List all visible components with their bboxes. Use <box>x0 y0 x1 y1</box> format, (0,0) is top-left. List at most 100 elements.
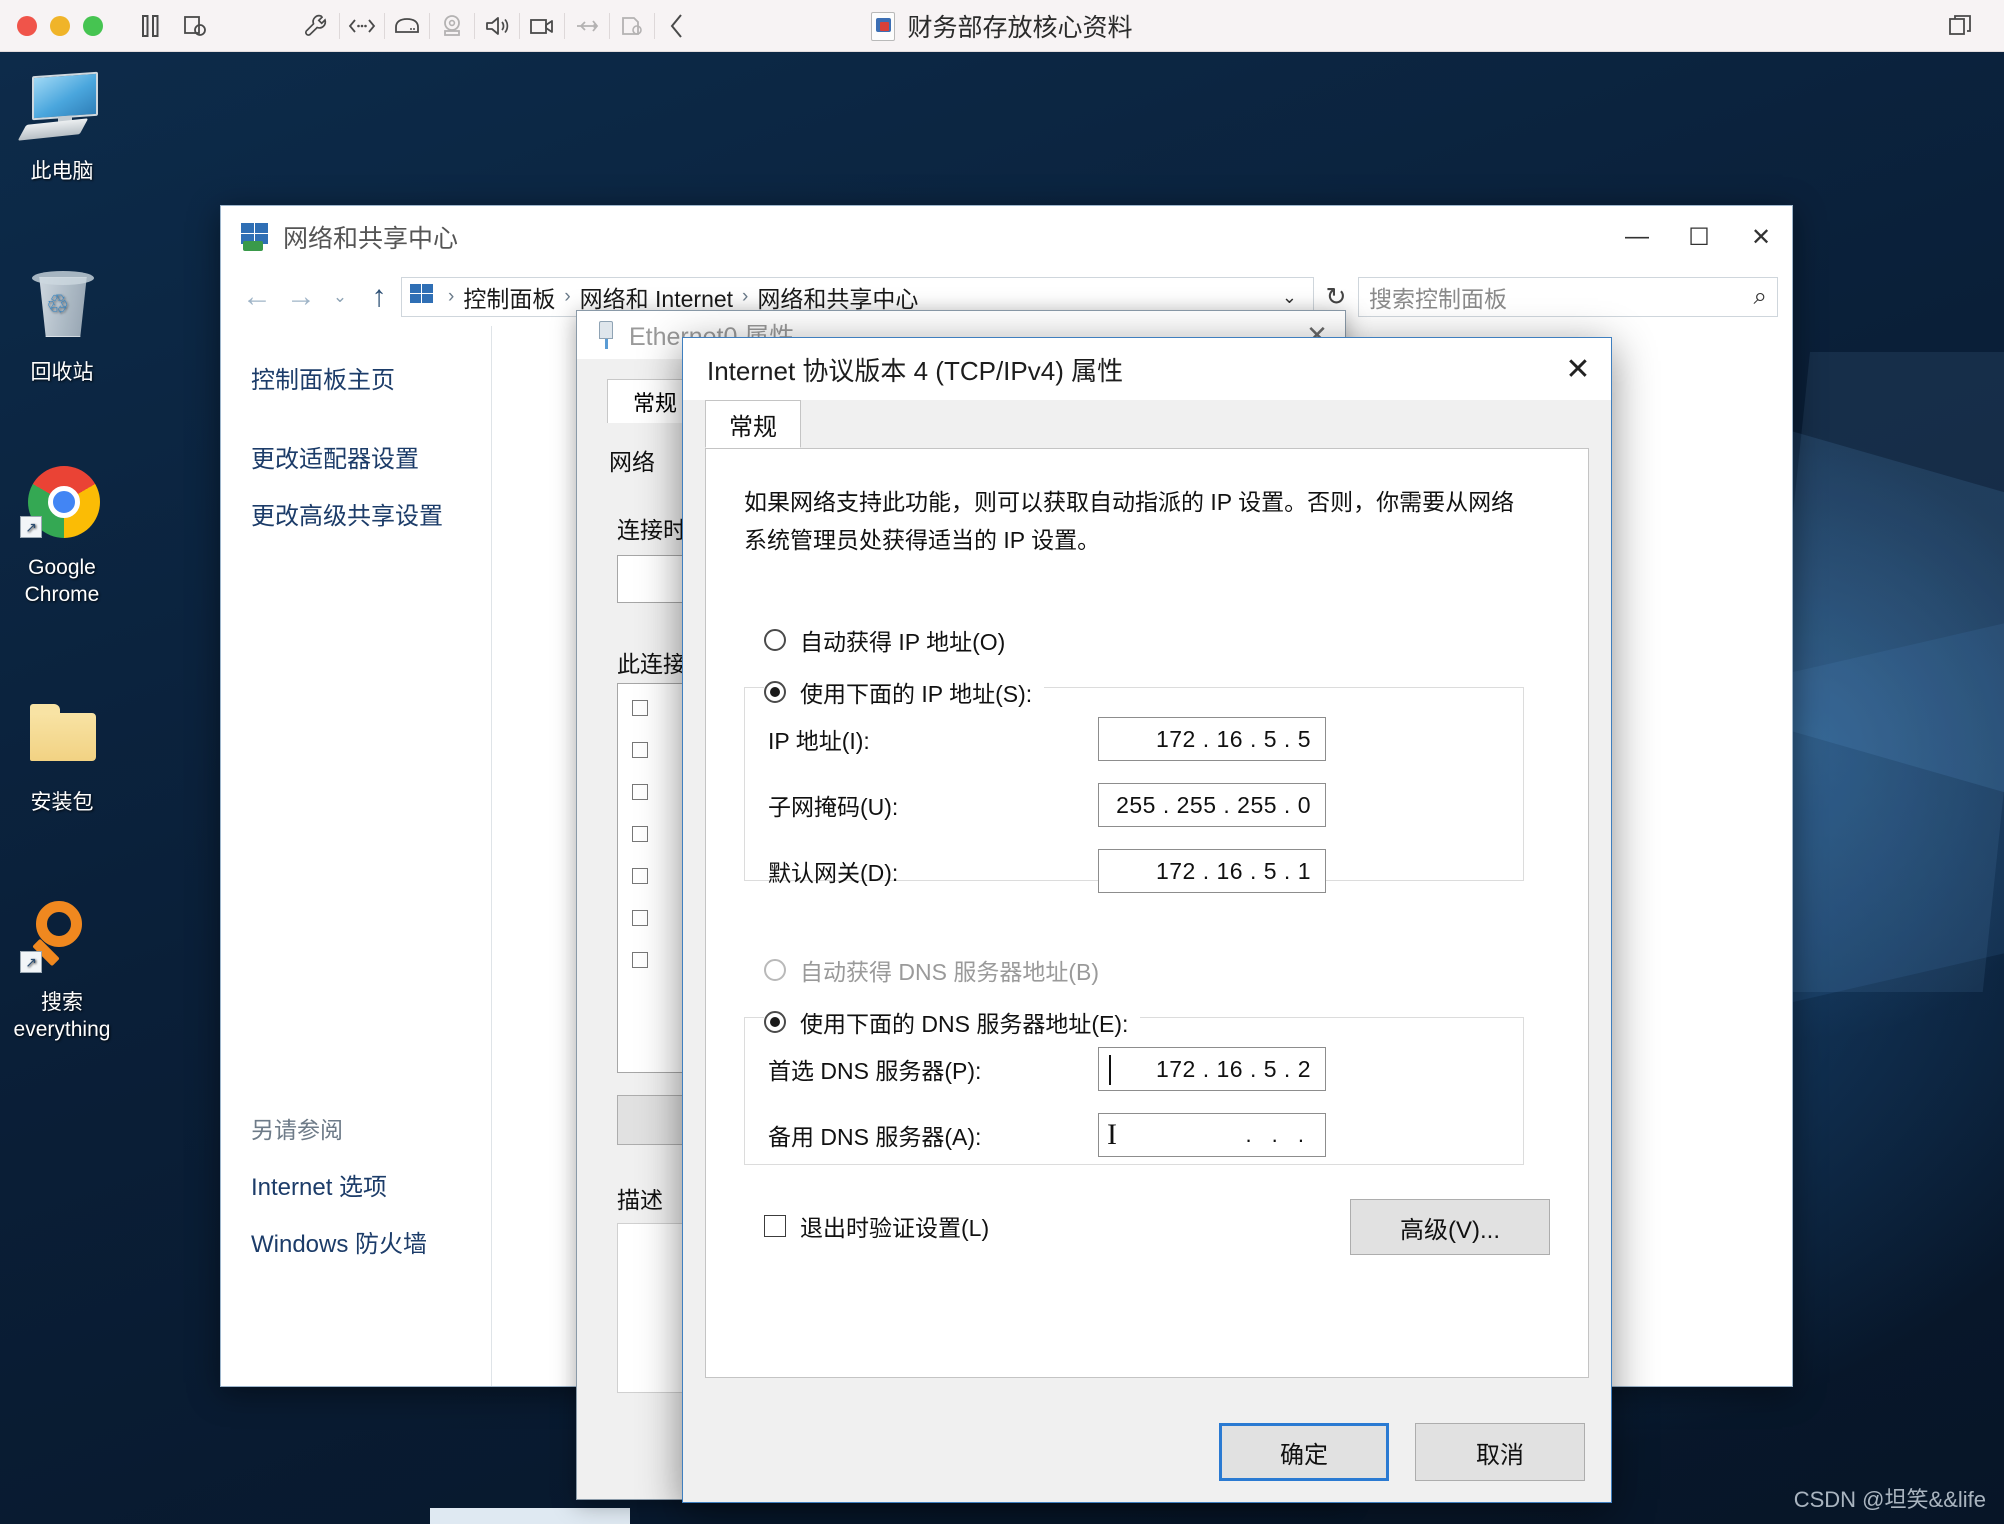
settings-wrench-icon[interactable] <box>295 6 339 46</box>
breadcrumb-separator: › <box>564 286 571 307</box>
tcpipv4-titlebar[interactable]: Internet 协议版本 4 (TCP/IPv4) 属性 ✕ <box>683 338 1611 400</box>
recent-locations-button[interactable]: ⌄ <box>323 287 357 307</box>
folder-icon <box>20 697 104 781</box>
sound-icon[interactable] <box>475 6 519 46</box>
snapshot-icon[interactable] <box>173 6 217 46</box>
see-also-link-windows-firewall[interactable]: Windows 防火墙 <box>251 1224 427 1259</box>
tcpipv4-description: 如果网络支持此功能，则可以获取自动指派的 IP 设置。否则，你需要从网络系统管理… <box>744 489 1515 553</box>
preferred-dns-row: 首选 DNS 服务器(P): 172 . 16 . 5 . 2 <box>768 1047 1326 1091</box>
radio-circle-icon <box>764 681 786 703</box>
desktop-icon-recycle-bin[interactable]: ♲ 回收站 <box>0 267 132 386</box>
preferred-dns-input[interactable]: 172 . 16 . 5 . 2 <box>1098 1047 1326 1091</box>
subnet-mask-input[interactable]: 255 . 255 . 255 . 0 <box>1098 783 1326 827</box>
radio-circle-icon <box>764 629 786 651</box>
alternate-dns-label: 备用 DNS 服务器(A): <box>768 1124 982 1150</box>
chevron-down-icon[interactable]: ⌄ <box>1282 287 1305 308</box>
radio-use-following-ip[interactable]: 使用下面的 IP 地址(S): <box>764 675 1045 709</box>
validate-settings-checkbox[interactable] <box>764 1215 786 1237</box>
radio-circle-icon <box>764 959 786 981</box>
sidebar-link-change-advanced-sharing[interactable]: 更改高级共享设置 <box>251 496 491 531</box>
preferred-dns-value: 172 . 16 . 5 . 2 <box>1155 1055 1311 1082</box>
minimize-button[interactable]: — <box>1606 206 1668 268</box>
radio-obtain-dns-automatically[interactable]: 自动获得 DNS 服务器地址(B) <box>764 953 1099 987</box>
camera-icon[interactable] <box>430 6 474 46</box>
network-adapter-icon[interactable] <box>340 6 384 46</box>
webcam-icon[interactable] <box>520 6 564 46</box>
subnet-mask-label: 子网掩码(U): <box>768 794 899 820</box>
maximize-button[interactable]: ☐ <box>1668 206 1730 268</box>
control-panel-window-buttons: — ☐ ✕ <box>1606 206 1792 268</box>
desktop-icon-google-chrome[interactable]: ↗ Google Chrome <box>0 462 132 608</box>
validate-settings-row[interactable]: 退出时验证设置(L) <box>764 1209 989 1243</box>
sidebar-link-control-panel-home[interactable]: 控制面板主页 <box>251 360 491 395</box>
breadcrumb-item-control-panel[interactable]: 控制面板 <box>463 280 555 314</box>
radio-label: 自动获得 IP 地址(O) <box>800 629 1006 655</box>
subnet-mask-row: 子网掩码(U): 255 . 255 . 255 . 0 <box>768 783 1326 827</box>
printer-share-icon[interactable] <box>610 6 654 46</box>
control-panel-sidebar: 控制面板主页 更改适配器设置 更改高级共享设置 另请参阅 Internet 选项… <box>221 326 491 1386</box>
desktop-icon-search-everything[interactable]: ↗ 搜索 everything <box>0 897 132 1043</box>
cancel-button[interactable]: 取消 <box>1415 1423 1585 1481</box>
default-gateway-label: 默认网关(D): <box>768 860 899 886</box>
validate-settings-label: 退出时验证设置(L) <box>800 1215 990 1241</box>
minimize-window-button[interactable] <box>50 15 70 36</box>
breadcrumb-separator: › <box>742 286 749 307</box>
desktop-icon-label: 此电脑 <box>30 160 94 183</box>
zoom-window-button[interactable] <box>83 15 103 36</box>
default-gateway-input[interactable]: 172 . 16 . 5 . 1 <box>1098 849 1326 893</box>
radio-obtain-ip-automatically[interactable]: 自动获得 IP 地址(O) <box>764 623 1005 657</box>
tab-general[interactable]: 常规 <box>705 400 801 448</box>
hard-disk-icon[interactable] <box>385 6 429 46</box>
preferred-dns-label: 首选 DNS 服务器(P): <box>768 1058 982 1084</box>
search-control-panel-input[interactable]: 搜索控制面板 ⌕ <box>1358 277 1778 317</box>
sidebar-link-change-adapter-settings[interactable]: 更改适配器设置 <box>251 439 491 474</box>
breadcrumb-network-icon <box>410 284 436 310</box>
ethernet0-network-label: 网络 <box>609 449 655 475</box>
desktop-icon-install-package-folder[interactable]: 安装包 <box>0 697 132 816</box>
usb-icon[interactable] <box>565 6 609 46</box>
chrome-icon: ↗ <box>20 462 104 546</box>
desktop-icon-label: Google Chrome <box>24 556 100 606</box>
close-button[interactable]: ✕ <box>1730 206 1792 268</box>
see-also-link-internet-options[interactable]: Internet 选项 <box>251 1167 427 1202</box>
vm-device-group <box>295 6 699 46</box>
default-gateway-row: 默认网关(D): 172 . 16 . 5 . 1 <box>768 849 1326 893</box>
control-panel-title: 网络和共享中心 <box>283 225 459 253</box>
taskbar-sliver <box>430 1508 630 1524</box>
forward-button[interactable]: → <box>279 280 323 314</box>
radio-label: 自动获得 DNS 服务器地址(B) <box>800 959 1099 985</box>
up-button[interactable]: ↑ <box>357 280 401 314</box>
refresh-icon[interactable]: ↻ <box>1314 282 1358 312</box>
breadcrumb-item-network-sharing-center[interactable]: 网络和共享中心 <box>757 280 918 314</box>
pause-icon[interactable] <box>129 6 173 46</box>
shortcut-overlay-icon: ↗ <box>20 516 42 538</box>
monitor-icon <box>17 66 104 150</box>
control-panel-titlebar[interactable]: 网络和共享中心 — ☐ ✕ <box>221 206 1792 268</box>
search-placeholder: 搜索控制面板 <box>1369 286 1507 312</box>
collapse-icon[interactable] <box>655 6 699 46</box>
advanced-button[interactable]: 高级(V)... <box>1350 1199 1550 1255</box>
radio-use-following-dns[interactable]: 使用下面的 DNS 服务器地址(E): <box>764 1005 1141 1039</box>
unity-view-icon[interactable] <box>1938 6 1982 46</box>
close-window-button[interactable] <box>17 15 37 36</box>
network-adapter-icon <box>595 321 617 349</box>
close-icon[interactable]: ✕ <box>1545 352 1611 387</box>
ip-address-label: IP 地址(I): <box>768 728 870 754</box>
watermark-text: CSDN @坦笑&&life <box>1793 1487 1986 1512</box>
tcpipv4-footer: 确定 取消 <box>683 1402 1611 1502</box>
ip-address-input[interactable]: 172 . 16 . 5 . 5 <box>1098 717 1326 761</box>
vm-title-text: 财务部存放核心资料 <box>907 14 1133 42</box>
ethernet0-description-label: 描述 <box>617 1187 663 1213</box>
ok-button[interactable]: 确定 <box>1219 1423 1389 1481</box>
back-button[interactable]: ← <box>235 280 279 314</box>
tcpipv4-title: Internet 协议版本 4 (TCP/IPv4) 属性 <box>707 355 1124 386</box>
tcpipv4-properties-dialog: Internet 协议版本 4 (TCP/IPv4) 属性 ✕ 常规 如果网络支… <box>682 337 1612 1503</box>
text-cursor-icon: I <box>1107 1118 1118 1151</box>
desktop-icon-label: 安装包 <box>30 791 94 814</box>
alternate-dns-input[interactable]: . . . I <box>1098 1113 1326 1157</box>
vm-power-group <box>129 6 217 46</box>
document-icon <box>871 11 896 41</box>
breadcrumb-item-network-internet[interactable]: 网络和 Internet <box>580 280 733 314</box>
desktop-icon-this-pc[interactable]: 此电脑 <box>0 66 132 185</box>
magnifier-icon: ↗ <box>20 897 104 981</box>
